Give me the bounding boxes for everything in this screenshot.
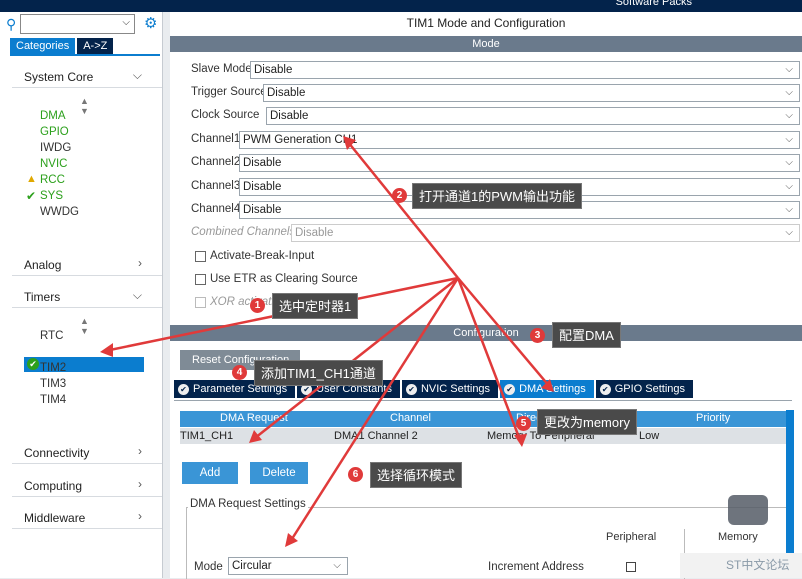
annotation-label: 配置DMA xyxy=(552,322,621,348)
annotation-arrows xyxy=(100,136,554,547)
annotation-badge: 4 xyxy=(232,365,247,380)
annotation-badge: 6 xyxy=(348,467,363,482)
annotation-badge: 2 xyxy=(392,188,407,203)
annotation-label: 打开通道1的PWM输出功能 xyxy=(412,183,583,209)
annotation-badge: 1 xyxy=(250,298,265,313)
annotation-badge: 3 xyxy=(530,328,545,343)
annotation-label: 添加TIM1_CH1通道 xyxy=(254,360,383,386)
watermark: ST中文论坛 xyxy=(680,553,802,578)
annotation-label: 选择循环模式 xyxy=(370,462,463,488)
annotation-label: 选中定时器1 xyxy=(272,293,359,319)
annotation-badge: 5 xyxy=(516,416,531,431)
chat-icon[interactable] xyxy=(728,495,768,525)
annotation-label: 更改为memory xyxy=(537,409,637,435)
